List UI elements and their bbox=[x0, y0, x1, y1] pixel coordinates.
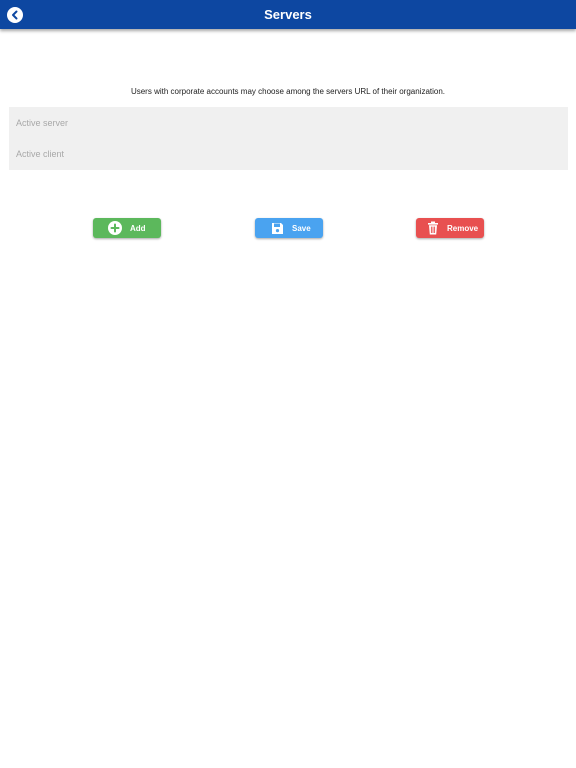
back-button[interactable] bbox=[7, 7, 23, 23]
remove-button[interactable]: Remove bbox=[416, 218, 484, 238]
active-server-input[interactable] bbox=[9, 109, 568, 137]
save-button[interactable]: Save bbox=[255, 218, 323, 238]
add-button[interactable]: Add bbox=[93, 218, 161, 238]
floppy-disk-icon bbox=[270, 221, 284, 235]
add-button-label: Add bbox=[130, 223, 146, 233]
remove-button-label: Remove bbox=[447, 223, 479, 233]
chevron-left-icon bbox=[10, 10, 20, 20]
description-text: Users with corporate accounts may choose… bbox=[130, 87, 446, 96]
server-fields-panel bbox=[9, 107, 568, 170]
save-button-label: Save bbox=[292, 223, 311, 233]
page-title: Servers bbox=[264, 7, 312, 22]
trash-icon bbox=[426, 221, 440, 235]
plus-circle-icon bbox=[108, 221, 122, 235]
active-client-input[interactable] bbox=[9, 140, 568, 168]
app-header: Servers bbox=[0, 0, 576, 29]
